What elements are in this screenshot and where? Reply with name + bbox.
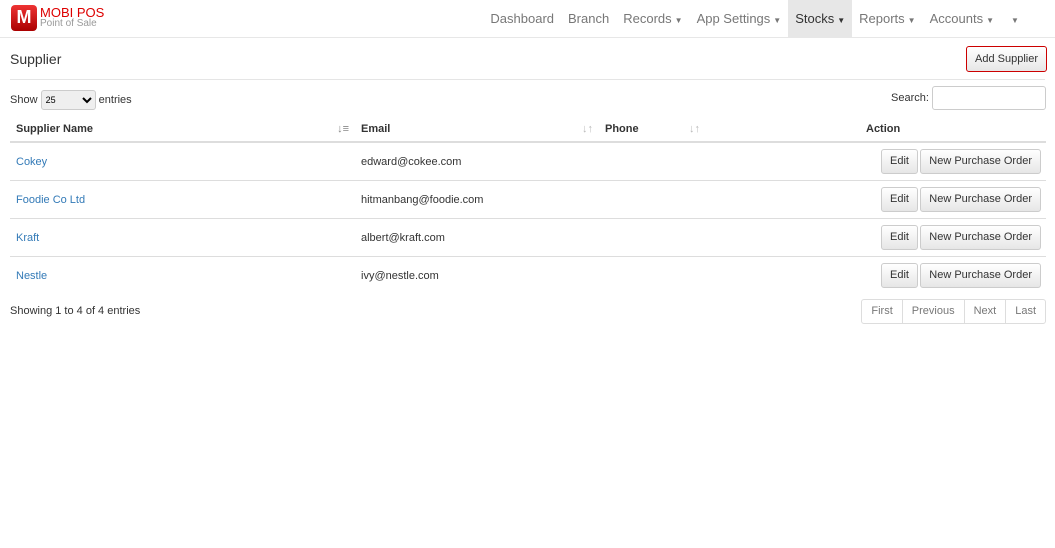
logo[interactable]: M bbox=[11, 5, 37, 31]
search-control: Search: bbox=[891, 86, 1046, 110]
divider bbox=[10, 79, 1045, 80]
caret-down-icon: ▼ bbox=[837, 16, 846, 25]
edit-button[interactable]: Edit bbox=[881, 149, 918, 174]
page-first[interactable]: First bbox=[862, 300, 901, 323]
table-row: Kraft albert@kraft.com Edit New Purchase Or… bbox=[10, 218, 1046, 257]
edit-button[interactable]: Edit bbox=[881, 225, 918, 250]
page-last[interactable]: Last bbox=[1005, 300, 1045, 323]
email-cell: hitmanbang@foodie.com bbox=[355, 180, 599, 219]
brand[interactable]: MOBI POS Point of Sale bbox=[40, 6, 104, 29]
supplier-link[interactable]: Kraft bbox=[16, 232, 39, 244]
more-dropdown[interactable]: ▼ bbox=[1001, 0, 1055, 37]
header-phone[interactable]: Phone ↓↑ bbox=[599, 117, 706, 143]
edit-button[interactable]: Edit bbox=[881, 263, 918, 288]
phone-cell bbox=[599, 180, 706, 219]
email-cell: ivy@nestle.com bbox=[355, 256, 599, 294]
caret-down-icon: ▼ bbox=[674, 16, 683, 25]
nav-item-records[interactable]: Records ▼ bbox=[616, 0, 689, 37]
email-cell: albert@kraft.com bbox=[355, 218, 599, 257]
page-previous[interactable]: Previous bbox=[901, 300, 964, 323]
nav-item-app-settings[interactable]: App Settings ▼ bbox=[690, 0, 789, 37]
header-action: Action bbox=[706, 117, 1046, 143]
phone-cell bbox=[599, 141, 706, 181]
nav-item-accounts[interactable]: Accounts ▼ bbox=[923, 0, 1001, 37]
email-cell: edward@cokee.com bbox=[355, 141, 599, 181]
table-row: Cokey edward@cokee.com Edit New Purchase Or… bbox=[10, 141, 1046, 181]
table-row: Nestle ivy@nestle.com Edit New Purchase Ord… bbox=[10, 256, 1046, 294]
supplier-table: Supplier Name ↓≡ Email ↓↑ Phone ↓↑ Action C… bbox=[10, 117, 1046, 294]
new-purchase-order-button[interactable]: New Purchase Order bbox=[920, 149, 1041, 174]
nav-menu: Dashboard Branch Records ▼ App Settings ▼ Stoc… bbox=[483, 0, 1055, 37]
edit-button[interactable]: Edit bbox=[881, 187, 918, 212]
nav-item-stocks[interactable]: Stocks ▼ bbox=[788, 0, 853, 37]
new-purchase-order-button[interactable]: New Purchase Order bbox=[920, 225, 1041, 250]
caret-down-icon: ▼ bbox=[773, 16, 782, 25]
length-control: Show 25 entries bbox=[10, 90, 132, 110]
sort-icon: ↓↑ bbox=[689, 123, 700, 135]
table-row: Foodie Co Ltd hitmanbang@foodie.com Edit Ne… bbox=[10, 180, 1046, 219]
supplier-link[interactable]: Nestle bbox=[16, 270, 47, 282]
sort-icon: ↓≡ bbox=[337, 123, 349, 135]
header-email[interactable]: Email ↓↑ bbox=[355, 117, 599, 143]
add-supplier-button[interactable]: Add Supplier bbox=[966, 46, 1047, 72]
phone-cell bbox=[599, 218, 706, 257]
supplier-link[interactable]: Cokey bbox=[16, 156, 47, 168]
entries-select[interactable]: 25 bbox=[40, 90, 96, 110]
caret-down-icon: ▼ bbox=[907, 16, 916, 25]
new-purchase-order-button[interactable]: New Purchase Order bbox=[920, 187, 1041, 212]
new-purchase-order-button[interactable]: New Purchase Order bbox=[920, 263, 1041, 288]
navbar: M MOBI POS Point of Sale Dashboard Branch R… bbox=[0, 0, 1055, 38]
nav-item-dashboard[interactable]: Dashboard bbox=[483, 0, 561, 37]
sort-icon: ↓↑ bbox=[582, 123, 593, 135]
caret-down-icon: ▼ bbox=[1011, 16, 1019, 25]
nav-item-branch[interactable]: Branch bbox=[561, 0, 616, 37]
table-info: Showing 1 to 4 of 4 entries bbox=[10, 305, 141, 317]
supplier-link[interactable]: Foodie Co Ltd bbox=[16, 194, 85, 206]
pagination: First Previous Next Last bbox=[861, 299, 1046, 324]
phone-cell bbox=[599, 256, 706, 294]
page-title: Supplier bbox=[10, 51, 62, 67]
page-next[interactable]: Next bbox=[963, 300, 1006, 323]
header-supplier-name[interactable]: Supplier Name ↓≡ bbox=[10, 117, 355, 143]
search-input[interactable] bbox=[932, 86, 1046, 110]
nav-item-reports[interactable]: Reports ▼ bbox=[852, 0, 922, 37]
caret-down-icon: ▼ bbox=[986, 16, 994, 25]
